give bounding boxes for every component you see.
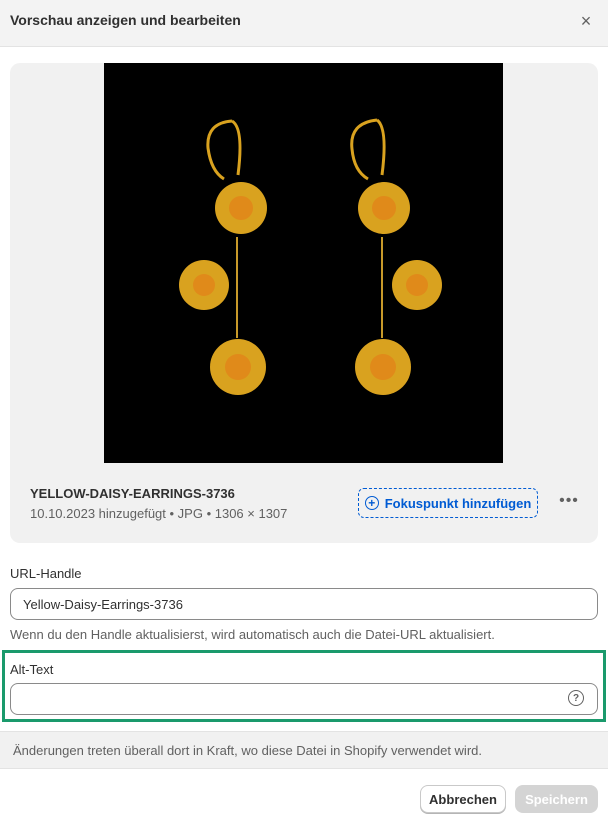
add-focus-point-button[interactable]: + Fokuspunkt hinzufügen [358, 488, 538, 518]
url-handle-label: URL-Handle [10, 566, 82, 581]
preview-image [104, 63, 503, 463]
file-name: YELLOW-DAISY-EARRINGS-3736 [30, 486, 235, 501]
plus-circle-icon: + [364, 496, 379, 510]
info-text: Änderungen treten überall dort in Kraft,… [13, 743, 482, 758]
save-button[interactable]: Speichern [515, 785, 598, 813]
alt-text-label: Alt-Text [10, 662, 54, 677]
info-bar: Änderungen treten überall dort in Kraft,… [0, 731, 608, 769]
earrings-image [104, 63, 503, 463]
more-actions-icon[interactable]: ••• [558, 490, 580, 512]
preview-card: YELLOW-DAISY-EARRINGS-3736 10.10.2023 hi… [10, 63, 598, 543]
help-circle-icon[interactable]: ? [568, 690, 584, 706]
modal-title: Vorschau anzeigen und bearbeiten [10, 12, 241, 28]
url-handle-input[interactable] [10, 588, 598, 620]
close-icon[interactable]: × [576, 11, 596, 31]
url-handle-help: Wenn du den Handle aktualisierst, wird a… [10, 627, 495, 642]
modal-header: Vorschau anzeigen und bearbeiten × [0, 0, 608, 47]
cancel-button[interactable]: Abbrechen [420, 785, 506, 813]
alt-text-input[interactable] [10, 683, 598, 715]
file-meta: 10.10.2023 hinzugefügt • JPG • 1306 × 13… [30, 506, 288, 521]
add-focus-point-label: Fokuspunkt hinzufügen [384, 495, 532, 511]
